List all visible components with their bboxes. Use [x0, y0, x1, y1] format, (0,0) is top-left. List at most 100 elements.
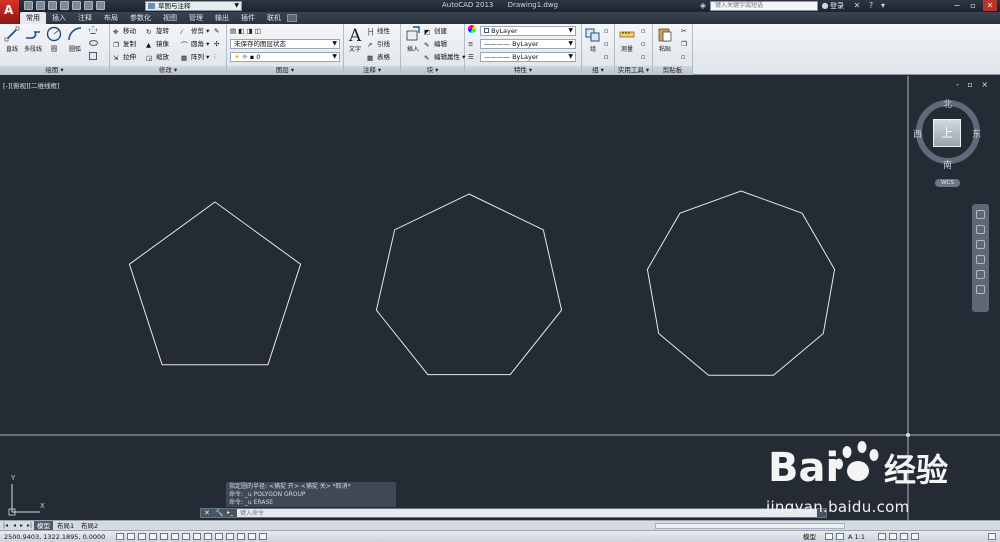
rotate-button[interactable]: ↻ 旋转 [146, 26, 169, 37]
tab-parametric[interactable]: 参数化 [124, 12, 157, 24]
polyline-button[interactable]: 多段线 [22, 26, 44, 53]
chevron-down-icon[interactable]: ▾ [878, 1, 888, 10]
tab-view[interactable]: 视图 [157, 12, 183, 24]
properties-panel-title[interactable]: 特性 ▾ [465, 66, 581, 75]
compass-east[interactable]: 东 [972, 127, 981, 140]
last-tab-arrow[interactable]: ▸| [27, 521, 32, 530]
wrench-icon[interactable]: 🔧 [215, 509, 224, 517]
dynamic-ucs-icon[interactable] [204, 533, 212, 540]
lock-icon[interactable] [889, 533, 897, 540]
model-space-button[interactable]: 模型 [803, 532, 816, 542]
measure-button[interactable]: 测量 [616, 26, 638, 53]
command-prompt-icon[interactable]: ▸_ [227, 509, 233, 517]
binoculars-icon[interactable]: ◈ [698, 1, 708, 10]
help-icon[interactable]: ? [866, 1, 876, 10]
stretch-button[interactable]: ⇲ 拉伸 [113, 52, 136, 63]
id-point-icon[interactable]: ▫ [641, 52, 645, 63]
ortho-mode-icon[interactable] [149, 533, 157, 540]
arc-button[interactable]: 圆弧 [64, 26, 86, 53]
nav-options-icon[interactable] [976, 285, 985, 294]
draw-panel-title[interactable]: 绘图 ▾ [0, 66, 109, 75]
explode-icon[interactable]: ✣ [214, 39, 219, 50]
clean-screen-icon[interactable] [988, 533, 996, 540]
clipboard-panel-title[interactable]: 剪贴板 [653, 66, 692, 75]
insert-block-button[interactable]: 插入 [402, 26, 424, 53]
tab-annotate[interactable]: 注释 [72, 12, 98, 24]
tab-layout[interactable]: 布局 [98, 12, 124, 24]
edit-attributes-button[interactable]: ✎ 编辑属性 ▾ [424, 52, 465, 63]
group-button[interactable]: 组 [582, 26, 604, 53]
polygon-5-sides[interactable] [128, 201, 302, 366]
dynamic-input-icon[interactable] [215, 533, 223, 540]
compass-south[interactable]: 南 [943, 158, 952, 171]
leader-button[interactable]: ↗ 引线 [367, 39, 390, 50]
exchange-icon[interactable]: ✕ [852, 1, 862, 10]
first-tab-arrow[interactable]: |◂ [3, 521, 8, 530]
steering-wheel-icon[interactable] [976, 210, 985, 219]
hardware-acceleration-icon[interactable] [900, 533, 908, 540]
lineweight-select[interactable]: ———— ByLayer ▼ [480, 52, 576, 62]
color-select[interactable]: ByLayer ▼ [480, 26, 576, 36]
copy-clip-icon[interactable]: ❐ [681, 39, 687, 50]
group-edit-icon[interactable]: ▫ [604, 39, 608, 50]
help-search-input[interactable]: 键入关键字或短语 [710, 1, 818, 11]
layer-properties-icon[interactable]: ▤ ◧ ◨ ◫ [230, 26, 261, 37]
linetype-select[interactable]: ———— ByLayer ▼ [480, 39, 576, 49]
restore-button[interactable]: ▫ [966, 0, 980, 11]
hatch-tool-icon[interactable] [89, 52, 97, 63]
viewport-window-controls[interactable]: - ▫ × [956, 80, 991, 89]
3d-object-snap-icon[interactable] [182, 533, 190, 540]
quick-properties-icon[interactable] [248, 533, 256, 540]
quick-view-drawings-icon[interactable] [836, 533, 844, 540]
layer-select[interactable]: ☀ ☼ ▪ 0 ▼ [230, 52, 340, 62]
fillet-button[interactable]: ⌒ 圆角 ▾ [181, 39, 209, 50]
object-snap-icon[interactable] [171, 533, 179, 540]
infer-constraints-icon[interactable] [116, 533, 124, 540]
workspace-switching-icon[interactable] [878, 533, 886, 540]
annotation-panel-title[interactable]: 注释 ▾ [344, 66, 400, 75]
polygon-tool-icon[interactable] [89, 26, 97, 37]
table-button[interactable]: ▦ 表格 [367, 52, 390, 63]
array-button[interactable]: ▦ 阵列 ▾ [181, 52, 209, 63]
calculator-icon[interactable]: ▫ [641, 39, 645, 50]
prev-tab-arrow[interactable]: ◂ [13, 521, 16, 530]
isolate-objects-icon[interactable] [911, 533, 919, 540]
wcs-menu[interactable]: WCS [935, 179, 960, 187]
snap-mode-icon[interactable] [127, 533, 135, 540]
line-button[interactable]: 直线 [1, 26, 23, 53]
cut-icon[interactable]: ✂ [681, 26, 686, 37]
zoom-icon[interactable] [976, 240, 985, 249]
groups-panel-title[interactable]: 组 ▾ [582, 66, 614, 75]
layers-panel-title[interactable]: 图层 ▾ [227, 66, 343, 75]
viewport-controls-label[interactable]: [-][俯视][二维线框] [3, 80, 60, 90]
group-select-icon[interactable]: ▫ [604, 52, 608, 63]
polar-tracking-icon[interactable] [160, 533, 168, 540]
user-icon[interactable]: ● [820, 1, 830, 10]
modify-panel-title[interactable]: 修改 ▾ [110, 66, 226, 75]
annotation-scale[interactable]: A 1:1 [848, 532, 865, 542]
tab-online[interactable]: 联机 [261, 12, 287, 24]
edit-block-button[interactable]: ✎ 编辑 [424, 39, 447, 50]
orbit-icon[interactable] [976, 255, 985, 264]
tab-manage[interactable]: 管理 [183, 12, 209, 24]
polygon-7-sides[interactable] [375, 193, 563, 376]
circle-button[interactable]: 圆 [43, 26, 65, 53]
linear-dimension-button[interactable]: ├┤ 线性 [367, 26, 390, 37]
polygon-9-sides[interactable] [646, 190, 836, 376]
next-tab-arrow[interactable]: ▸ [20, 521, 23, 530]
close-button[interactable]: ✕ [983, 0, 997, 11]
layer-state-select[interactable]: 未保存的图层状态 ▼ [230, 39, 340, 49]
coordinate-readout[interactable]: 2500.9403, 1322.1895, 0.0000 [4, 532, 105, 542]
paste-button[interactable]: 粘贴 [654, 26, 676, 53]
mirror-button[interactable]: ▲ 镜像 [146, 39, 169, 50]
create-block-button[interactable]: ◩ 创建 [424, 26, 447, 37]
quick-select-icon[interactable]: ▫ [641, 26, 645, 37]
ellipse-tool-icon[interactable] [89, 39, 98, 50]
application-menu-button[interactable]: A [0, 0, 20, 24]
offset-icon[interactable]: ⫶ [214, 52, 216, 63]
showmotion-icon[interactable] [976, 270, 985, 279]
ribbon-minimize-toggle[interactable] [287, 14, 297, 22]
tab-plugins[interactable]: 插件 [235, 12, 261, 24]
utilities-panel-title[interactable]: 实用工具 ▾ [615, 66, 652, 75]
pan-icon[interactable] [976, 225, 985, 234]
